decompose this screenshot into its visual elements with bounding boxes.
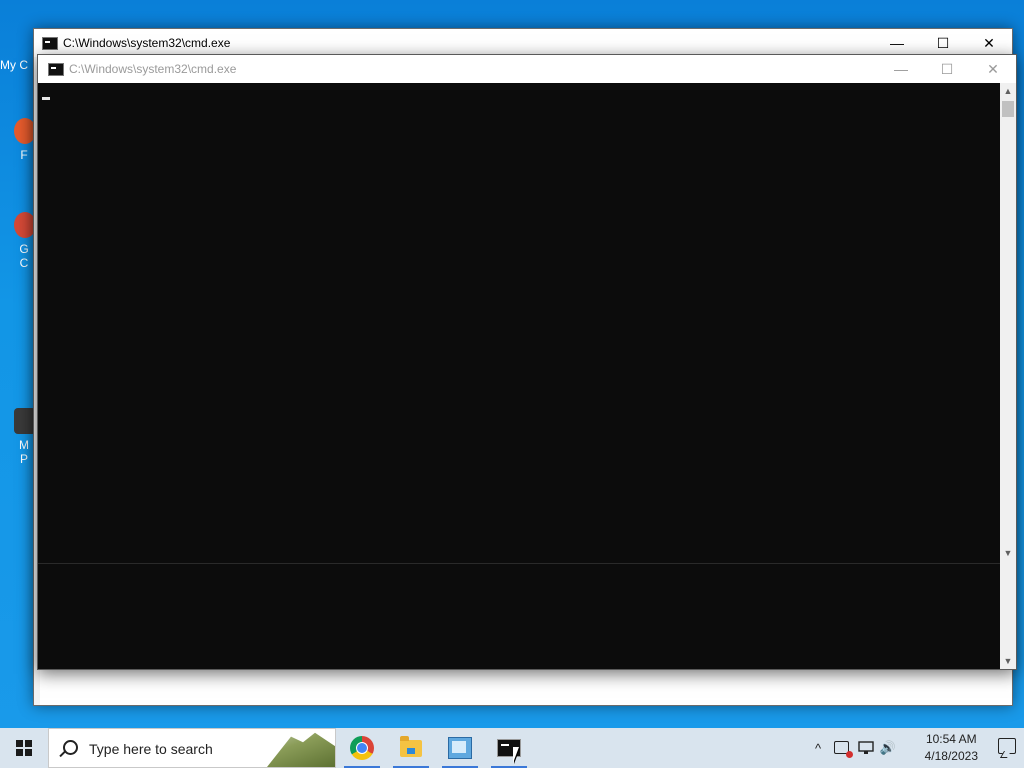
search-highlight-image (267, 732, 335, 767)
taskbar-app-file-explorer[interactable] (389, 728, 433, 768)
taskbar-app-control-panel[interactable] (438, 728, 482, 768)
windows-logo-icon (16, 740, 32, 756)
clock[interactable]: 10:54 AM 4/18/2023 (925, 731, 978, 765)
title-bar[interactable]: C:\Windows\system32\cmd.exe — ☐ ✕ (34, 29, 1012, 57)
chevron-up-icon[interactable]: ^ (810, 740, 826, 756)
minimize-button[interactable]: — (878, 55, 924, 83)
notification-icon[interactable] (998, 738, 1016, 754)
scroll-up-button[interactable]: ▲ (1000, 83, 1016, 99)
control-panel-icon (448, 737, 472, 759)
alert-badge-icon (846, 751, 853, 758)
security-icon[interactable] (834, 741, 853, 758)
cmd-icon (42, 37, 58, 50)
desktop-icon-label: M P (19, 438, 29, 466)
close-button[interactable]: ✕ (970, 55, 1016, 83)
desktop-icon-firefox[interactable]: F (14, 118, 36, 162)
network-icon[interactable] (858, 740, 874, 756)
chrome-icon (350, 736, 374, 760)
cmd-window-front[interactable]: C:\Windows\system32\cmd.exe — ☐ ✕ ▲ ▼ ▼ (37, 54, 1017, 670)
maximize-button[interactable]: ☐ (924, 55, 970, 83)
scroll-down-button[interactable]: ▼ (1000, 545, 1016, 561)
maximize-button[interactable]: ☐ (920, 29, 966, 57)
taskbar-app-cmd[interactable] (487, 728, 531, 768)
desktop-icon-label: F (20, 148, 28, 162)
window-title: C:\Windows\system32\cmd.exe (63, 36, 231, 50)
scroll-down-button-lower[interactable]: ▼ (1000, 653, 1016, 669)
folder-icon (400, 735, 422, 757)
search-placeholder: Type here to search (89, 741, 213, 757)
cmd-icon (48, 63, 64, 76)
title-bar[interactable]: C:\Windows\system32\cmd.exe — ☐ ✕ (38, 55, 1016, 83)
console-area[interactable] (38, 83, 1000, 669)
window-title: C:\Windows\system32\cmd.exe (69, 62, 237, 76)
desktop-icon-label: G C (19, 242, 29, 270)
pane-divider (38, 563, 1000, 564)
text-cursor (42, 97, 50, 100)
scroll-thumb[interactable] (1002, 101, 1014, 117)
taskbar-app-chrome[interactable] (340, 728, 384, 768)
clock-date: 4/18/2023 (924, 749, 978, 763)
clock-time: 10:54 AM (925, 732, 977, 746)
vertical-scrollbar[interactable]: ▲ ▼ ▼ (1000, 83, 1016, 669)
desktop-icon-label: My C (0, 58, 28, 72)
start-button[interactable] (0, 728, 48, 768)
minimize-button[interactable]: — (874, 29, 920, 57)
desktop-icon-chrome[interactable]: G C (14, 212, 36, 270)
search-box[interactable]: Type here to search (48, 728, 336, 768)
desktop-icon-app[interactable]: M P (14, 408, 36, 466)
system-tray: ^ 🔊 10:54 AM 4/18/2023 (810, 728, 1024, 768)
close-button[interactable]: ✕ (966, 29, 1012, 57)
speaker-icon[interactable]: 🔊 (880, 740, 896, 756)
taskbar: Type here to search ^ 🔊 10:54 AM 4/18/20… (0, 728, 1024, 768)
search-icon (63, 740, 78, 755)
mouse-pointer-icon (513, 747, 519, 763)
